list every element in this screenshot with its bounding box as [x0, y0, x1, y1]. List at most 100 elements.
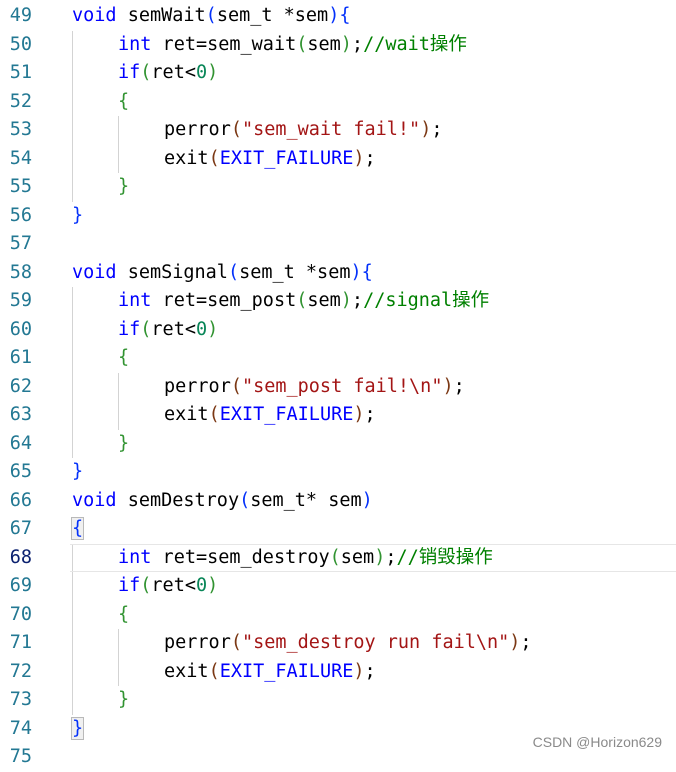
code-token: ( — [208, 404, 220, 425]
code-token: ; — [453, 375, 465, 397]
code-line[interactable]: 57 — [0, 230, 676, 259]
code-token: ( — [208, 660, 220, 682]
code-text: } — [118, 430, 129, 459]
code-line[interactable]: 54 exit(EXIT_FAILURE); — [0, 144, 676, 173]
code-token: void — [72, 261, 117, 283]
code-line[interactable]: 59 int ret=sem_post(sem);//signal操作 — [0, 287, 676, 316]
code-token: ; — [351, 290, 364, 311]
line-number: 50 — [9, 33, 32, 55]
code-token: perror — [164, 375, 231, 397]
code-line[interactable]: 61 { — [0, 344, 676, 373]
indent-guide — [72, 401, 73, 430]
line-number: 71 — [9, 632, 32, 653]
code-token: ( — [140, 318, 152, 340]
code-token: semDestroy — [116, 489, 240, 511]
code-token: ) — [374, 546, 386, 568]
code-line[interactable]: 68 int ret=sem_destroy(sem);//销毁操作 — [0, 543, 676, 573]
code-line[interactable]: 72 exit(EXIT_FAILURE); — [0, 657, 676, 687]
code-token: int — [118, 290, 152, 311]
line-number: 51 — [9, 62, 32, 83]
line-number: 57 — [9, 233, 32, 254]
line-number: 54 — [9, 147, 32, 169]
code-line[interactable]: 60 if(ret<0) — [0, 315, 676, 344]
code-token: sem_t *sem — [216, 5, 329, 26]
code-line[interactable]: 73} — [0, 686, 676, 715]
code-token: exit — [164, 404, 209, 425]
code-token: ( — [205, 5, 217, 26]
code-text: exit(EXIT_FAILURE); — [164, 658, 376, 687]
code-token: void — [72, 5, 117, 26]
indent-guide — [72, 372, 73, 401]
code-token: if — [118, 318, 141, 340]
code-token: ( — [230, 375, 242, 397]
code-line[interactable]: 66 void semDestroy(sem_t* sem) — [0, 487, 676, 516]
indent-guide — [72, 30, 73, 59]
code-token: "sem_wait fail!" — [241, 119, 421, 140]
line-number: 53 — [9, 119, 32, 140]
code-token: ) — [340, 33, 352, 55]
code-text: if(ret<0) — [118, 572, 218, 601]
code-line[interactable]: 58 void semSignal(sem_t *sem){ — [0, 259, 676, 288]
code-token: "sem_post fail!\n" — [241, 375, 443, 397]
code-text: perror("sem_post fail!\n"); — [164, 373, 465, 402]
code-token: ( — [329, 546, 341, 568]
code-line[interactable]: 55} — [0, 173, 676, 202]
code-line[interactable]: 63 exit(EXIT_FAILURE); — [0, 401, 676, 430]
code-text: int ret=sem_destroy(sem);//销毁操作 — [118, 544, 493, 573]
code-line[interactable]: 50 int ret=sem_wait(sem);//wait操作 — [0, 30, 676, 59]
line-number: 61 — [9, 347, 32, 368]
code-line[interactable]: 49 void semWait(sem_t *sem){ — [0, 2, 676, 31]
code-token: ( — [230, 119, 242, 140]
code-token: ( — [227, 261, 240, 283]
code-text: } — [72, 458, 83, 487]
line-number: 70 — [9, 603, 32, 625]
code-text: void semDestroy(sem_t* sem) — [72, 487, 373, 516]
line-number: 75 — [9, 746, 32, 767]
code-token: } — [118, 689, 130, 710]
code-line[interactable]: 52 { — [0, 87, 676, 116]
code-token: EXIT_FAILURE — [219, 147, 354, 169]
code-token: ret< — [151, 318, 196, 340]
code-token: sem_t* sem — [250, 489, 362, 511]
code-token: semWait — [116, 5, 206, 26]
code-token: } — [72, 204, 84, 226]
code-token: perror — [164, 632, 231, 653]
code-token: ( — [208, 147, 220, 169]
code-line[interactable]: 71 perror("sem_destroy run fail\n"); — [0, 629, 676, 658]
code-line[interactable]: 67 { — [0, 515, 676, 544]
code-token: ) — [353, 404, 365, 425]
code-editor[interactable]: 49 void semWait(sem_t *sem){50 int ret=sem… — [0, 2, 676, 772]
code-text: { — [118, 344, 129, 373]
indent-guide — [72, 173, 73, 202]
code-token: ; — [364, 404, 376, 425]
indent-guide — [72, 657, 73, 686]
code-token: sem — [307, 290, 341, 311]
line-number: 55 — [9, 176, 32, 197]
indent-guide — [72, 429, 73, 458]
indent-guide — [118, 372, 119, 401]
indent-guide — [72, 116, 73, 145]
line-number: 65 — [9, 461, 32, 482]
code-token: ret< — [151, 62, 196, 83]
code-token: ( — [140, 575, 152, 596]
code-line[interactable]: 56} — [0, 202, 676, 231]
code-line[interactable]: 69 if(ret<0) — [0, 572, 676, 601]
code-token: ) — [340, 290, 352, 311]
code-token: ) — [353, 147, 365, 169]
code-token: sem — [307, 33, 341, 55]
code-line[interactable]: 62 perror("sem_post fail!\n"); — [0, 372, 676, 402]
code-line[interactable]: 53 perror("sem_wait fail!"); — [0, 116, 676, 145]
code-token: ret=sem_post — [151, 290, 297, 311]
code-token: 0 — [195, 318, 208, 340]
line-number: 59 — [9, 290, 32, 311]
code-token: ( — [239, 489, 251, 511]
code-token: if — [118, 575, 141, 596]
code-token: 0 — [195, 62, 208, 83]
code-line[interactable]: 65} — [0, 458, 676, 487]
code-token: { — [361, 261, 373, 283]
code-line[interactable]: 70 { — [0, 600, 676, 629]
code-token: ) — [361, 489, 373, 511]
code-line[interactable]: 51 if(ret<0) — [0, 59, 676, 88]
line-number: 73 — [9, 689, 32, 710]
code-line[interactable]: 64} — [0, 429, 676, 459]
